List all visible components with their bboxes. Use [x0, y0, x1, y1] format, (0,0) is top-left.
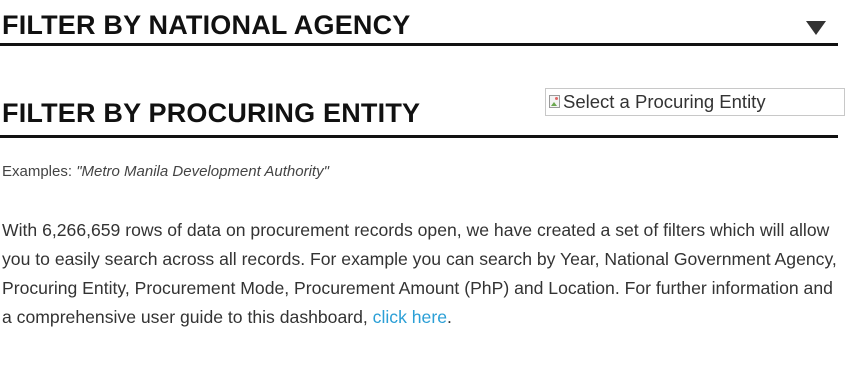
national-agency-filter-header[interactable]: FILTER BY NATIONAL AGENCY	[0, 4, 838, 46]
description-paragraph: With 6,266,659 rows of data on procureme…	[2, 216, 840, 332]
user-guide-link[interactable]: click here	[373, 307, 447, 327]
description-suffix: .	[446, 307, 452, 327]
procuring-entity-filter-title: FILTER BY PROCURING ENTITY	[2, 98, 421, 128]
caret-down-icon[interactable]	[806, 21, 826, 35]
procuring-entity-select[interactable]: Select a Procuring Entity	[545, 88, 845, 116]
examples-prefix: Examples:	[2, 163, 77, 180]
national-agency-filter-title: FILTER BY NATIONAL AGENCY	[2, 10, 411, 40]
examples-value: "Metro Manila Development Authority"	[76, 163, 329, 180]
examples-text: Examples: "Metro Manila Development Auth…	[2, 163, 329, 180]
broken-image-icon	[548, 94, 562, 110]
procuring-entity-select-label: Select a Procuring Entity	[563, 91, 766, 112]
